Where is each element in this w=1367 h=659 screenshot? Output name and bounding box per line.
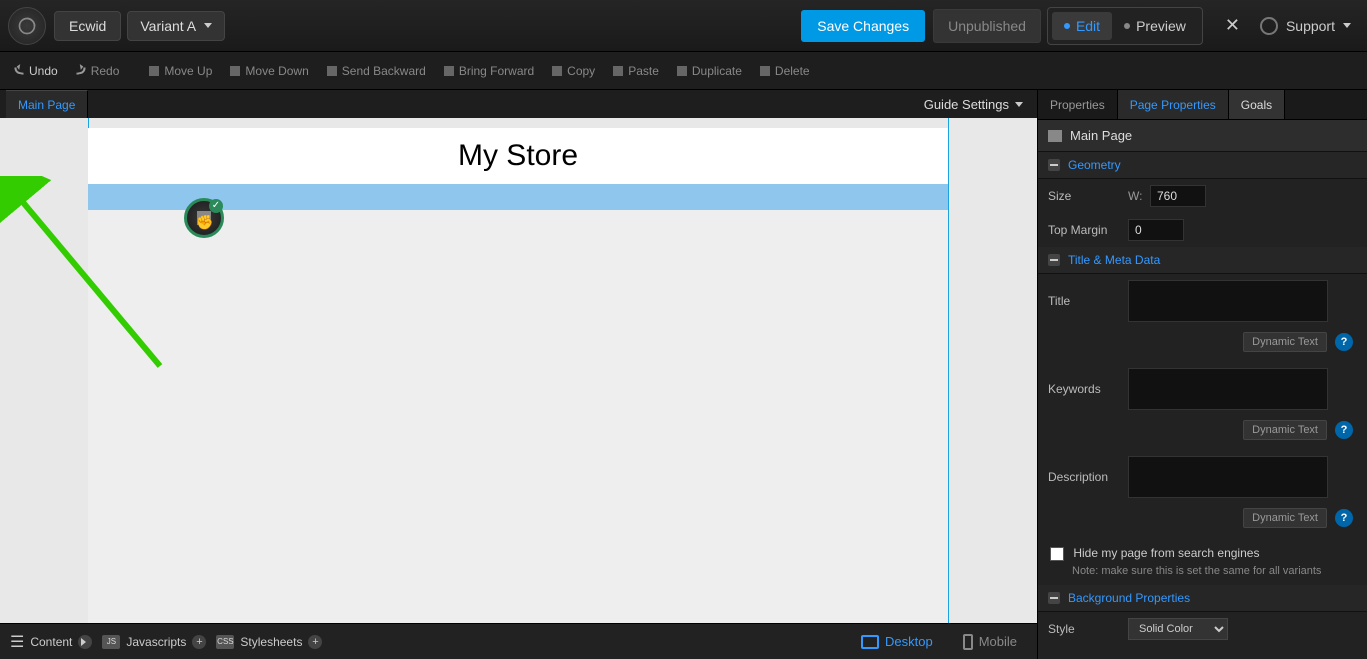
keywords-textarea[interactable] xyxy=(1128,368,1328,410)
desktop-view-button[interactable]: Desktop xyxy=(851,634,943,649)
move-up-button[interactable]: Move Up xyxy=(141,60,220,82)
chevron-down-icon xyxy=(1015,102,1023,107)
plus-icon[interactable]: + xyxy=(308,635,322,649)
dynamic-text-button[interactable]: Dynamic Text xyxy=(1243,508,1327,528)
hide-checkbox[interactable] xyxy=(1050,547,1064,561)
cursor-icon: ✊ xyxy=(196,214,213,231)
stylesheets-panel-toggle[interactable]: CSS Stylesheets + xyxy=(216,635,322,649)
desktop-icon xyxy=(861,635,879,649)
top-bar: Ecwid Variant A Save Changes Unpublished… xyxy=(0,0,1367,52)
row-hide-from-search: Hide my page from search engines Note: m… xyxy=(1038,538,1367,585)
collapse-icon[interactable] xyxy=(1048,159,1060,171)
row-size: Size W: xyxy=(1038,179,1367,213)
copy-icon xyxy=(552,66,562,76)
bottom-bar: ☰ Content JS Javascripts + CSS Styleshee… xyxy=(0,623,1037,659)
section-meta[interactable]: Title & Meta Data xyxy=(1038,247,1367,274)
properties-header: Main Page xyxy=(1038,120,1367,152)
tab-properties[interactable]: Properties xyxy=(1038,90,1118,119)
help-icon[interactable]: ? xyxy=(1335,421,1353,439)
dynamic-text-button[interactable]: Dynamic Text xyxy=(1243,332,1327,352)
move-up-icon xyxy=(149,66,159,76)
canvas[interactable]: My Store ✓ ✊ xyxy=(0,118,1037,623)
plus-icon[interactable]: + xyxy=(192,635,206,649)
row-title: Title xyxy=(1038,274,1367,328)
hide-note: Note: make sure this is set the same for… xyxy=(1050,561,1355,577)
move-down-icon xyxy=(230,66,240,76)
help-icon[interactable]: ? xyxy=(1335,509,1353,527)
properties-panel: Properties Page Properties Goals Main Pa… xyxy=(1037,90,1367,659)
javascripts-panel-toggle[interactable]: JS Javascripts + xyxy=(102,635,206,649)
css-icon: CSS xyxy=(216,635,234,649)
style-select[interactable]: Solid Color xyxy=(1128,618,1228,640)
row-style: Style Solid Color xyxy=(1038,612,1367,646)
edit-mode-button[interactable]: Edit xyxy=(1052,12,1112,40)
dynamic-text-button[interactable]: Dynamic Text xyxy=(1243,420,1327,440)
canvas-tabstrip: Main Page Guide Settings xyxy=(0,90,1037,118)
description-textarea[interactable] xyxy=(1128,456,1328,498)
chevron-down-icon xyxy=(1343,23,1351,28)
mode-toggle: Edit Preview xyxy=(1047,7,1203,45)
preview-mode-button[interactable]: Preview xyxy=(1112,12,1198,40)
top-margin-input[interactable] xyxy=(1128,219,1184,241)
row-top-margin: Top Margin xyxy=(1038,213,1367,247)
page-section[interactable]: My Store xyxy=(88,128,948,210)
collapse-icon[interactable] xyxy=(1048,254,1060,266)
undo-icon xyxy=(14,67,25,75)
js-icon: JS xyxy=(102,635,120,649)
bring-forward-button[interactable]: Bring Forward xyxy=(436,60,542,82)
undo-button[interactable]: Undo xyxy=(6,60,66,82)
copy-button[interactable]: Copy xyxy=(544,60,603,82)
publish-status[interactable]: Unpublished xyxy=(933,9,1041,43)
dot-icon xyxy=(1064,23,1070,29)
action-toolbar: Undo Redo Move Up Move Down Send Backwar… xyxy=(0,52,1367,90)
project-name[interactable]: Ecwid xyxy=(54,11,121,41)
properties-tabs: Properties Page Properties Goals xyxy=(1038,90,1367,120)
section-geometry[interactable]: Geometry xyxy=(1038,152,1367,179)
move-down-button[interactable]: Move Down xyxy=(222,60,316,82)
mobile-icon xyxy=(963,634,973,650)
section-background[interactable]: Background Properties xyxy=(1038,585,1367,612)
send-backward-button[interactable]: Send Backward xyxy=(319,60,434,82)
duplicate-button[interactable]: Duplicate xyxy=(669,60,750,82)
page-title-text[interactable]: My Store xyxy=(88,128,948,184)
title-textarea[interactable] xyxy=(1128,280,1328,322)
drag-handle-right[interactable] xyxy=(1037,370,1038,400)
paste-icon xyxy=(613,66,623,76)
width-input[interactable] xyxy=(1150,185,1206,207)
content-panel-toggle[interactable]: ☰ Content xyxy=(10,632,92,652)
chevron-down-icon xyxy=(204,23,212,28)
delete-button[interactable]: Delete xyxy=(752,60,818,82)
variant-label: Variant A xyxy=(140,18,196,34)
redo-icon xyxy=(75,67,86,75)
variant-selector[interactable]: Variant A xyxy=(127,11,225,41)
dot-icon xyxy=(1124,23,1130,29)
redo-button[interactable]: Redo xyxy=(68,60,128,82)
duplicate-icon xyxy=(677,66,687,76)
row-description: Description xyxy=(1038,450,1367,504)
page-body[interactable] xyxy=(88,210,948,623)
help-icon[interactable]: ? xyxy=(1335,333,1353,351)
check-icon: ✓ xyxy=(209,199,223,213)
save-button[interactable]: Save Changes xyxy=(801,10,925,42)
bring-forward-icon xyxy=(444,66,454,76)
collapse-icon[interactable] xyxy=(1048,592,1060,604)
gear-icon xyxy=(1260,17,1278,35)
row-keywords: Keywords xyxy=(1038,362,1367,416)
mobile-view-button[interactable]: Mobile xyxy=(953,634,1027,650)
menu-icon: ☰ xyxy=(10,632,24,652)
guideline[interactable] xyxy=(948,118,949,623)
tab-main-page[interactable]: Main Page xyxy=(6,90,88,118)
page-icon xyxy=(1048,130,1062,142)
tab-page-properties[interactable]: Page Properties xyxy=(1118,90,1229,119)
guide-settings-menu[interactable]: Guide Settings xyxy=(910,97,1037,112)
delete-icon xyxy=(760,66,770,76)
paste-button[interactable]: Paste xyxy=(605,60,667,82)
support-menu[interactable]: Support xyxy=(1252,17,1359,35)
play-icon xyxy=(78,635,92,649)
close-icon[interactable]: ✕ xyxy=(1213,15,1252,36)
logo-icon[interactable] xyxy=(8,7,46,45)
send-backward-icon xyxy=(327,66,337,76)
tab-goals[interactable]: Goals xyxy=(1229,90,1285,119)
